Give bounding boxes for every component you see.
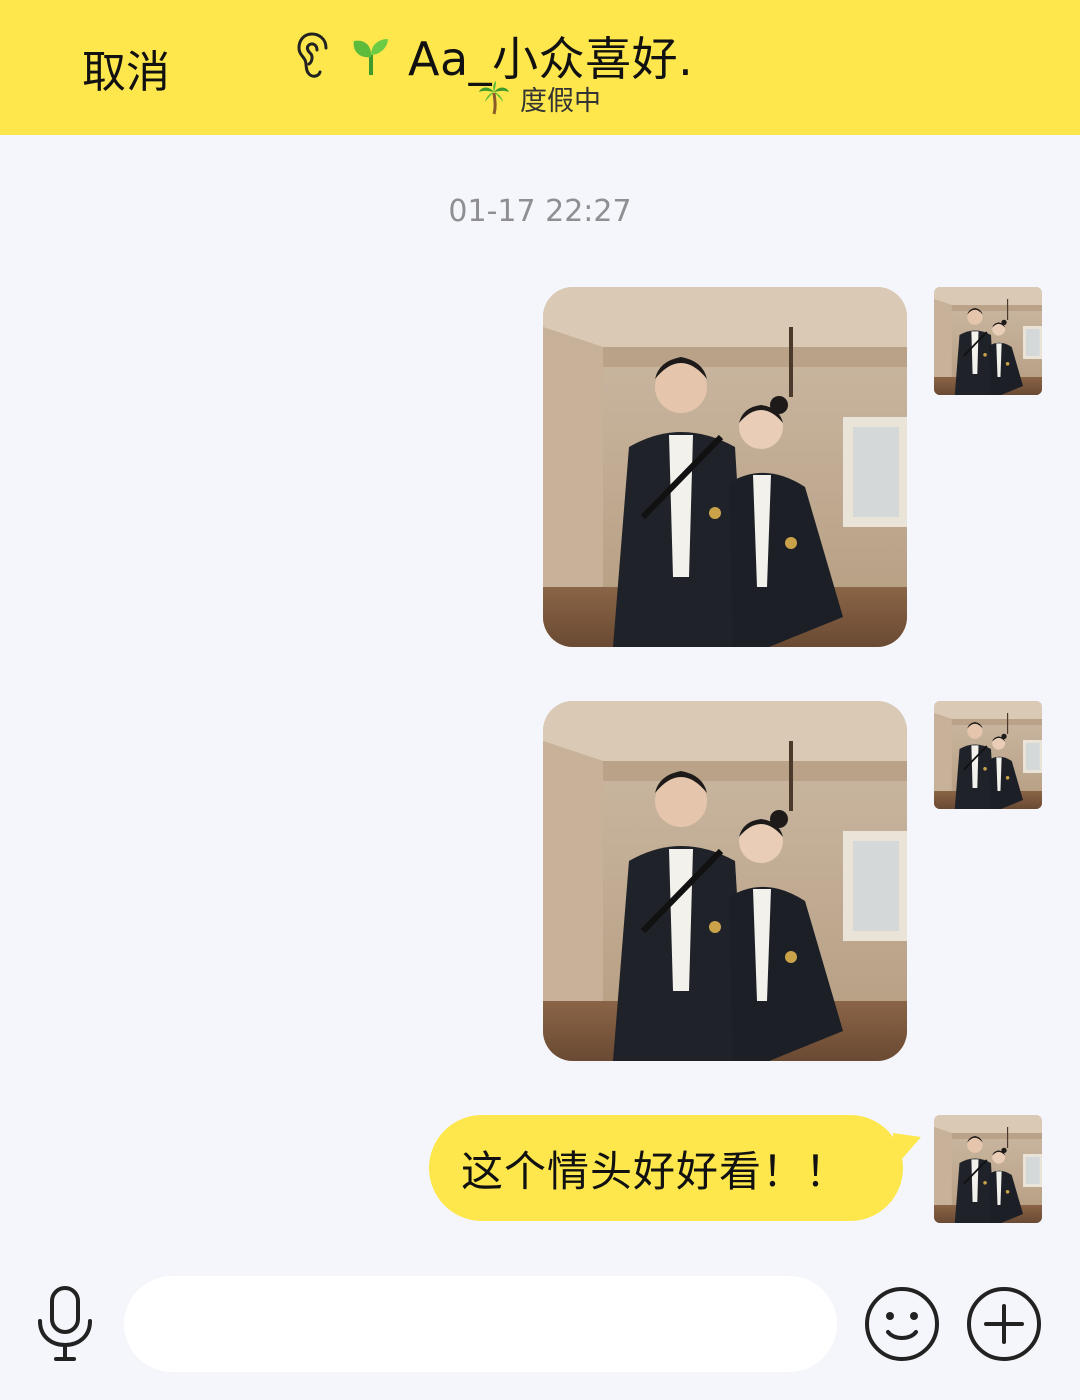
couple-photo (543, 701, 907, 1061)
plus-icon[interactable] (966, 1286, 1042, 1362)
microphone-icon[interactable] (34, 1285, 96, 1363)
message-timestamp: 01-17 22:27 (448, 194, 632, 229)
message-input[interactable] (124, 1276, 837, 1372)
avatar[interactable] (934, 701, 1042, 809)
bubble-tail (893, 1133, 921, 1167)
couple-photo (934, 1115, 1042, 1223)
ear-icon (297, 32, 328, 78)
image-message[interactable] (543, 701, 907, 1061)
cancel-button[interactable]: 取消 (82, 36, 170, 100)
message-text: 这个情头好好看！！ (461, 1146, 849, 1196)
avatar[interactable] (934, 1115, 1042, 1223)
image-message[interactable] (543, 287, 907, 647)
sprout-icon (353, 39, 388, 75)
couple-photo (543, 287, 907, 647)
palm-tree-icon (479, 81, 509, 115)
chat-header: 取消 Aa_小众喜好. 度假中 (0, 0, 1080, 135)
contact-title[interactable]: Aa_小众喜好. (296, 26, 693, 86)
text-message-bubble[interactable]: 这个情头好好看！！ (429, 1115, 903, 1221)
avatar[interactable] (934, 287, 1042, 395)
emoji-icon[interactable] (864, 1286, 940, 1362)
couple-photo (934, 701, 1042, 809)
contact-status: 度假中 (478, 80, 601, 117)
couple-photo (934, 287, 1042, 395)
status-text: 度假中 (520, 85, 601, 117)
